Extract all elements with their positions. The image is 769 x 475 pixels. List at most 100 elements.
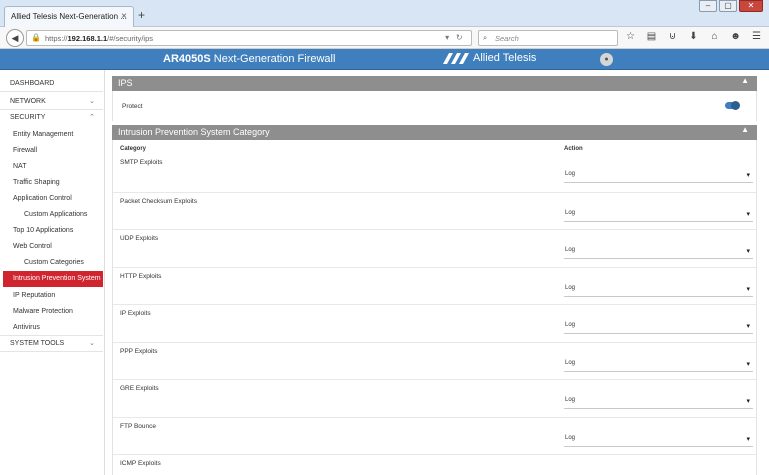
sidebar-item-entity-management[interactable]: Entity Management — [0, 127, 103, 143]
url-path: /#/security/ips — [107, 34, 153, 43]
user-account-icon[interactable]: ● — [600, 53, 613, 66]
sidebar-item-firewall[interactable]: Firewall — [0, 143, 103, 159]
category-name: UDP Exploits — [120, 235, 159, 242]
sidebar-item-network[interactable]: NETWORK ⌄ — [0, 94, 103, 110]
column-header-action: Action — [564, 146, 583, 152]
url-host: 192.168.1.1 — [67, 34, 108, 43]
close-window-button[interactable]: ✕ — [739, 0, 763, 12]
sidebar-item-application-control[interactable]: Application Control — [0, 191, 103, 207]
window-controls: ‒ ▢ ✕ — [699, 0, 763, 12]
new-tab-button[interactable]: + — [138, 8, 145, 22]
brand-logo: Allied Telesis — [443, 52, 536, 64]
dropdown-arrow-icon: ▾ — [746, 172, 750, 179]
action-select[interactable]: Log ▾ — [564, 360, 753, 372]
dropdown-arrow-icon: ▾ — [746, 360, 750, 368]
app-title: AR4050S Next-Generation Firewall — [163, 53, 335, 65]
sidebar-item-security[interactable]: SECURITY ⌃ — [0, 110, 103, 126]
reading-list-icon[interactable]: ▤ — [645, 31, 658, 42]
category-name: Packet Checksum Exploits — [120, 197, 197, 205]
sidebar-item-antivirus[interactable]: Antivirus — [0, 320, 103, 336]
device-model: AR4050S — [163, 53, 211, 65]
chat-icon[interactable]: ☻ — [729, 31, 742, 42]
table-row: PPP Exploits Log ▾ — [113, 341, 756, 380]
category-panel-header[interactable]: Intrusion Prevention System Category ▲ — [112, 125, 757, 140]
toggle-knob — [731, 101, 740, 110]
category-name: FTP Bounce — [120, 422, 157, 430]
browser-navbar: ◀ 🔒 https://192.168.1.1/#/security/ips ▾… — [0, 27, 769, 49]
ips-panel-header[interactable]: IPS ▲ — [112, 76, 757, 91]
action-select[interactable]: Log ▾ — [564, 285, 753, 297]
bookmark-star-icon[interactable]: ☆ — [624, 31, 637, 42]
lock-icon: 🔒 — [31, 33, 41, 42]
table-row: IP Exploits Log ▾ — [113, 304, 756, 342]
sidebar-item-intrusion-prevention-system[interactable]: Intrusion Prevention System — [3, 271, 103, 287]
pocket-icon[interactable]: ⊍ — [666, 31, 679, 42]
table-row: HTTP Exploits Log ▾ — [113, 266, 756, 305]
main-content: IPS ▲ Protect Intrusion Prevention Syste… — [112, 70, 757, 475]
table-row: ICMP Exploits — [113, 454, 756, 475]
category-name: HTTP Exploits — [120, 272, 162, 280]
sidebar-item-top-10-applications[interactable]: Top 10 Applications — [0, 223, 103, 239]
brand-name: Allied Telesis — [473, 52, 537, 64]
close-tab-icon[interactable]: × — [121, 11, 127, 22]
sidebar-item-ip-reputation[interactable]: IP Reputation — [0, 288, 103, 304]
search-icon: ⌕ — [483, 33, 488, 42]
protect-label: Protect — [122, 103, 143, 110]
sidebar-item-web-control[interactable]: Web Control — [0, 239, 103, 255]
sidebar: DASHBOARD NETWORK ⌄ SECURITY ⌃ Entity Mana… — [0, 70, 105, 475]
category-name: GRE Exploits — [120, 385, 159, 392]
table-row: GRE Exploits Log ▾ — [113, 379, 756, 417]
minimize-button[interactable]: ‒ — [699, 0, 717, 12]
dropdown-arrow-icon: ▾ — [746, 435, 750, 443]
maximize-button[interactable]: ▢ — [719, 0, 737, 12]
ips-panel-body: Protect — [112, 91, 757, 121]
url-bar[interactable]: 🔒 https://192.168.1.1/#/security/ips ▾ ↻ — [26, 30, 472, 46]
sidebar-item-dashboard[interactable]: DASHBOARD — [0, 76, 103, 92]
category-name: SMTP Exploits — [120, 159, 163, 166]
browser-titlebar: Allied Telesis Next-Generation ... × + ‒… — [0, 0, 769, 28]
sidebar-item-traffic-shaping[interactable]: Traffic Shaping — [0, 175, 103, 191]
app-header: AR4050S Next-Generation Firewall Allied … — [0, 49, 769, 70]
sidebar-item-custom-categories[interactable]: Custom Categories — [0, 255, 103, 271]
action-select[interactable]: Log ▾ — [564, 171, 753, 183]
collapse-icon[interactable]: ▲ — [741, 76, 749, 85]
category-name: PPP Exploits — [120, 347, 158, 355]
sidebar-item-system-tools[interactable]: SYSTEM TOOLS ⌄ — [0, 336, 103, 352]
category-name: IP Exploits — [120, 310, 151, 317]
action-select[interactable]: Log ▾ — [564, 397, 753, 409]
reload-icon[interactable]: ▾ ↻ — [445, 33, 467, 42]
product-name: Next-Generation Firewall — [213, 53, 336, 65]
sidebar-item-custom-applications[interactable]: Custom Applications — [0, 207, 103, 223]
column-header-category: Category — [120, 146, 147, 152]
dropdown-arrow-icon: ▾ — [746, 210, 750, 218]
menu-icon[interactable]: ☰ — [750, 31, 763, 42]
table-row: UDP Exploits Log ▾ — [113, 229, 756, 267]
sidebar-item-nat[interactable]: NAT — [0, 159, 103, 175]
ips-panel-title: IPS — [118, 78, 133, 88]
action-select[interactable]: Log ▾ — [564, 435, 753, 447]
back-button[interactable]: ◀ — [6, 29, 24, 47]
action-select[interactable]: Log ▾ — [564, 322, 753, 334]
action-select[interactable]: Log ▾ — [564, 247, 753, 259]
dropdown-arrow-icon: ▾ — [746, 398, 750, 405]
table-row: Packet Checksum Exploits Log ▾ — [113, 191, 756, 230]
browser-toolbar: ☆ ▤ ⊍ ⬇ ⌂ ☻ ☰ — [624, 31, 763, 42]
table-row: FTP Bounce Log ▾ — [113, 416, 756, 455]
browser-tab[interactable]: Allied Telesis Next-Generation ... × — [4, 6, 134, 28]
category-name: ICMP Exploits — [120, 460, 161, 467]
dropdown-arrow-icon: ▾ — [746, 323, 750, 330]
dropdown-arrow-icon: ▾ — [746, 285, 750, 293]
category-panel-title: Intrusion Prevention System Category — [118, 127, 270, 137]
home-icon[interactable]: ⌂ — [708, 31, 721, 42]
action-select[interactable]: Log ▾ — [564, 210, 753, 222]
tab-title: Allied Telesis Next-Generation ... — [11, 12, 127, 21]
search-input[interactable]: ⌕ Search — [478, 30, 618, 46]
category-table: Category Action SMTP Exploits Log ▾ Packe… — [112, 140, 757, 475]
chevron-down-icon: ⌄ — [89, 340, 95, 347]
allied-telesis-logo-icon — [443, 52, 469, 64]
protect-toggle[interactable] — [725, 101, 740, 110]
sidebar-item-malware-protection[interactable]: Malware Protection — [0, 304, 103, 320]
search-placeholder: Search — [495, 34, 519, 43]
collapse-icon[interactable]: ▲ — [741, 125, 749, 134]
download-icon[interactable]: ⬇ — [687, 31, 700, 42]
